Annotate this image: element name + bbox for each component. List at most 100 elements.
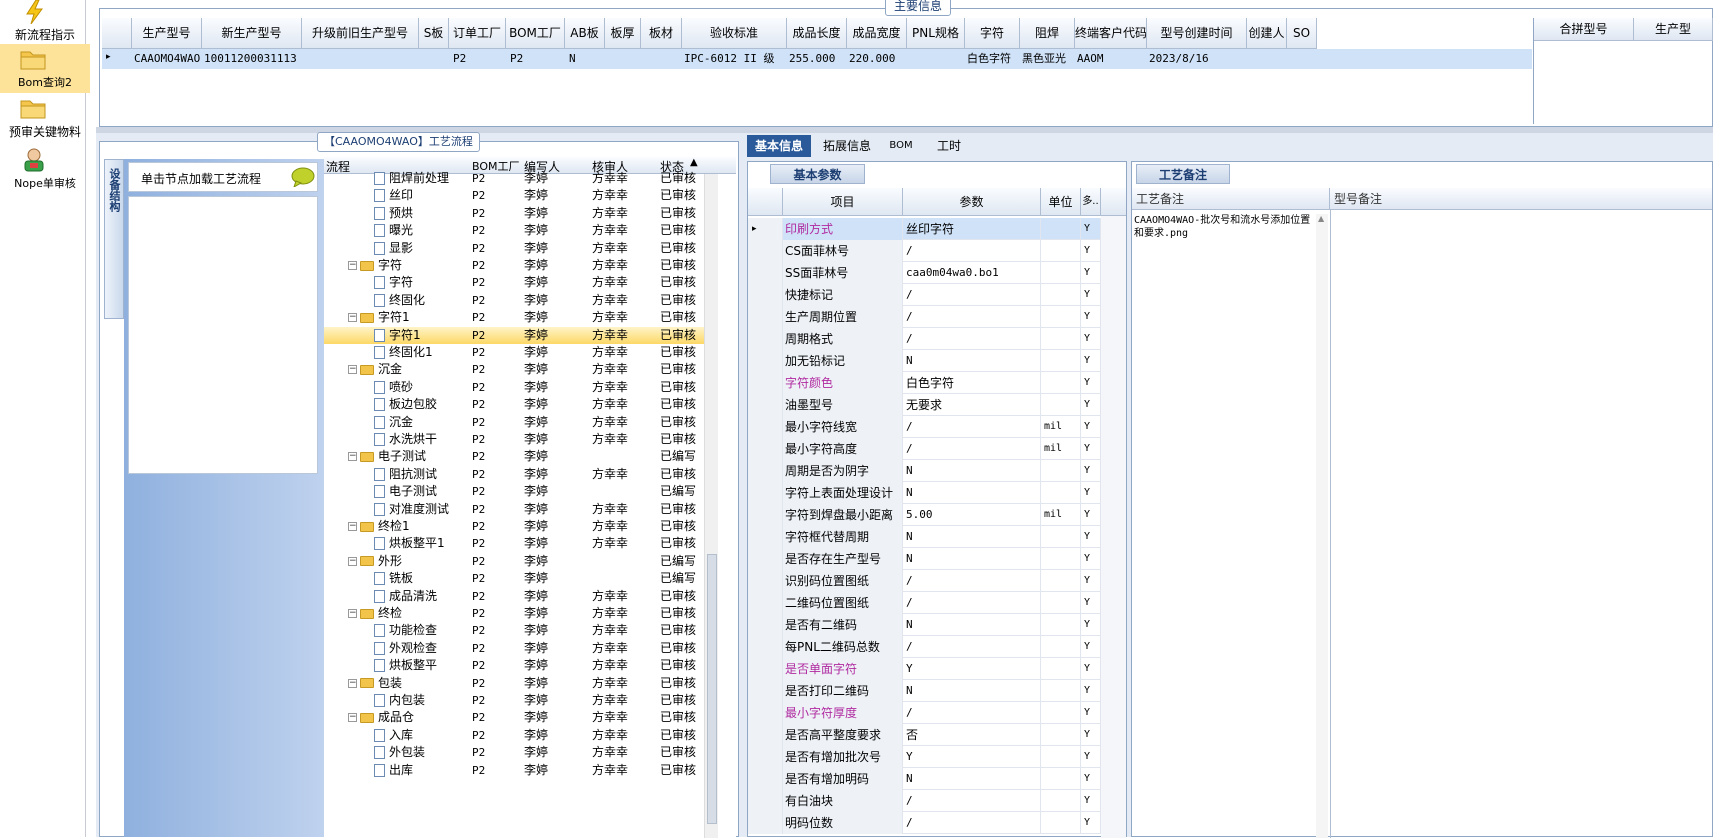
- main-cell[interactable]: 黑色亚光: [1022, 49, 1073, 69]
- tree-row[interactable]: − 成品仓 P2 李婷 方幸幸 已审核: [324, 709, 704, 726]
- tree-node[interactable]: − 字符: [348, 257, 402, 274]
- main-col-header[interactable]: 板厚: [605, 18, 641, 49]
- param-flag[interactable]: Y: [1081, 680, 1101, 702]
- collapse-icon[interactable]: −: [348, 713, 357, 723]
- main-cell[interactable]: CAAOMO4WAO: [134, 49, 200, 69]
- tree-row[interactable]: 烘板整平 P2 李婷 方幸幸 已审核: [324, 657, 704, 674]
- main-col-header[interactable]: AB板: [565, 18, 605, 49]
- param-value[interactable]: /: [903, 416, 1041, 438]
- param-flag[interactable]: Y: [1081, 658, 1101, 680]
- row-selector[interactable]: [748, 416, 783, 438]
- param-unit[interactable]: [1041, 702, 1081, 724]
- main-col-header[interactable]: S板: [419, 18, 449, 49]
- param-unit[interactable]: [1041, 636, 1081, 658]
- tree-node[interactable]: 外包装: [374, 744, 425, 761]
- tree-row[interactable]: 内包装 P2 李婷 方幸幸 已审核: [324, 692, 704, 709]
- row-selector[interactable]: [748, 746, 783, 768]
- param-row[interactable]: 有白油块 / Y: [748, 790, 1101, 812]
- tree-node[interactable]: 电子测试: [374, 483, 437, 500]
- tree-row[interactable]: 功能检查 P2 李婷 方幸幸 已审核: [324, 622, 704, 639]
- param-row[interactable]: 识别码位置图纸 / Y: [748, 570, 1101, 592]
- row-selector[interactable]: [748, 636, 783, 658]
- row-selector[interactable]: [748, 372, 783, 394]
- param-flag[interactable]: Y: [1081, 768, 1101, 790]
- main-cell[interactable]: P2: [453, 49, 506, 69]
- main-col-header[interactable]: 升级前旧生产型号: [302, 18, 419, 49]
- tree-row[interactable]: 水洗烘干 P2 李婷 方幸幸 已审核: [324, 431, 704, 448]
- tree-row[interactable]: 字符 P2 李婷 方幸幸 已审核: [324, 274, 704, 291]
- main-col-header[interactable]: PNL规格: [907, 18, 965, 49]
- tab-bom[interactable]: BOM: [883, 135, 919, 157]
- param-row[interactable]: 是否单面字符 Y Y: [748, 658, 1101, 680]
- param-row[interactable]: 生产周期位置 / Y: [748, 306, 1101, 328]
- tree-node[interactable]: 沉金: [374, 414, 413, 431]
- tree-row[interactable]: − 电子测试 P2 李婷 已编写: [324, 448, 704, 465]
- param-row[interactable]: 加无铅标记 N Y: [748, 350, 1101, 372]
- param-value[interactable]: N: [903, 482, 1041, 504]
- tree-row[interactable]: − 终检1 P2 李婷 方幸幸 已审核: [324, 518, 704, 535]
- tree-row[interactable]: 曝光 P2 李婷 方幸幸 已审核: [324, 222, 704, 239]
- param-row[interactable]: 明码位数 / Y: [748, 812, 1101, 834]
- col-model-note[interactable]: 型号备注: [1330, 188, 1712, 210]
- tree-node[interactable]: 板边包胶: [374, 396, 437, 413]
- main-cell[interactable]: [421, 49, 447, 69]
- tab-extended-info[interactable]: 拓展信息: [815, 135, 879, 157]
- param-flag[interactable]: Y: [1081, 592, 1101, 614]
- tree-node[interactable]: − 字符1: [348, 309, 410, 326]
- main-cell[interactable]: [1249, 49, 1285, 69]
- param-row[interactable]: ▸ 印刷方式 丝印字符 Y: [748, 218, 1101, 240]
- main-col-header[interactable]: 成品宽度: [847, 18, 907, 49]
- tree-node[interactable]: 曝光: [374, 222, 413, 239]
- param-value[interactable]: /: [903, 328, 1041, 350]
- tree-node[interactable]: 阻抗测试: [374, 466, 437, 483]
- tree-row[interactable]: 丝印 P2 李婷 方幸幸 已审核: [324, 187, 704, 204]
- tree-row[interactable]: 阻抗测试 P2 李婷 方幸幸 已审核: [324, 466, 704, 483]
- tree-row[interactable]: − 终检 P2 李婷 方幸幸 已审核: [324, 605, 704, 622]
- param-flag[interactable]: Y: [1081, 328, 1101, 350]
- main-cell[interactable]: [1289, 49, 1315, 69]
- row-selector[interactable]: [748, 724, 783, 746]
- launcher-new-process[interactable]: 新流程指示: [0, 0, 90, 44]
- main-cell[interactable]: [607, 49, 639, 69]
- param-row[interactable]: 字符到焊盘最小距离 5.00 mil Y: [748, 504, 1101, 526]
- param-flag[interactable]: Y: [1081, 724, 1101, 746]
- param-value[interactable]: N: [903, 548, 1041, 570]
- col-unit[interactable]: 单位: [1041, 188, 1081, 216]
- col-param[interactable]: 参数: [903, 188, 1041, 216]
- tree-node[interactable]: 显影: [374, 240, 413, 257]
- tab-basic-info[interactable]: 基本信息: [747, 135, 811, 157]
- col-item[interactable]: 项目: [783, 188, 903, 216]
- row-selector[interactable]: [748, 614, 783, 636]
- tree-row[interactable]: 出库 P2 李婷 方幸幸 已审核: [324, 762, 704, 779]
- note-scrollbar[interactable]: ▲: [1316, 214, 1328, 838]
- tree-node[interactable]: 终固化1: [374, 344, 433, 361]
- collapse-icon[interactable]: −: [348, 556, 357, 566]
- row-selector[interactable]: ▸: [748, 218, 783, 240]
- param-value[interactable]: /: [903, 306, 1041, 328]
- main-cell[interactable]: 白色字符: [967, 49, 1018, 69]
- param-value[interactable]: /: [903, 284, 1041, 306]
- tree-node[interactable]: − 外形: [348, 553, 402, 570]
- param-unit[interactable]: [1041, 548, 1081, 570]
- param-value[interactable]: N: [903, 350, 1041, 372]
- param-row[interactable]: 最小字符高度 / mil Y: [748, 438, 1101, 460]
- row-selector[interactable]: [748, 504, 783, 526]
- collapse-icon[interactable]: −: [348, 452, 357, 462]
- tree-node[interactable]: − 沉金: [348, 361, 402, 378]
- main-cell[interactable]: N: [569, 49, 605, 69]
- param-flag[interactable]: Y: [1081, 614, 1101, 636]
- row-selector[interactable]: [748, 438, 783, 460]
- tree-row[interactable]: 显影 P2 李婷 方幸幸 已审核: [324, 240, 704, 257]
- launcher-bom-query[interactable]: Bom查询2: [0, 44, 90, 93]
- param-unit[interactable]: [1041, 350, 1081, 372]
- tree-node[interactable]: 铣板: [374, 570, 413, 587]
- tree-row[interactable]: 外包装 P2 李婷 方幸幸 已审核: [324, 744, 704, 761]
- param-row[interactable]: 是否有二维码 N Y: [748, 614, 1101, 636]
- tree-row[interactable]: 阻焊前处理 P2 李婷 方幸幸 已审核: [324, 170, 704, 187]
- param-value[interactable]: /: [903, 702, 1041, 724]
- main-col-header[interactable]: 型号创建时间: [1147, 18, 1247, 49]
- tree-scrollbar-thumb[interactable]: [707, 554, 717, 824]
- param-value[interactable]: /: [903, 570, 1041, 592]
- param-flag[interactable]: Y: [1081, 570, 1101, 592]
- param-flag[interactable]: Y: [1081, 482, 1101, 504]
